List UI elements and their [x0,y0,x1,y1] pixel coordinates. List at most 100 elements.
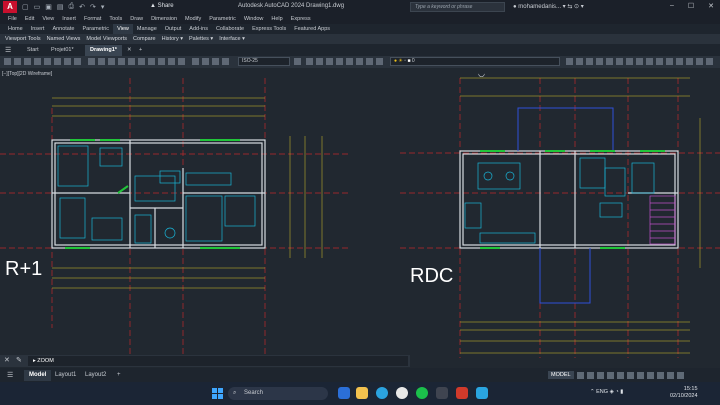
tab-express-tools[interactable]: Express Tools [248,24,290,34]
doc-tab-projet01[interactable]: Projet01* [46,45,79,56]
tab-collaborate[interactable]: Collaborate [212,24,248,34]
otrack-icon[interactable] [626,371,634,379]
tab-view[interactable]: View [113,24,133,34]
widgets-icon[interactable] [338,387,350,399]
open-icon[interactable]: ▭ [34,3,41,11]
tool-icon[interactable] [192,58,199,65]
tool-icon[interactable] [586,58,593,65]
workspace-icon[interactable] [646,371,654,379]
grid-icon[interactable] [576,371,584,379]
chrome-icon[interactable] [396,387,408,399]
isolate-icon[interactable] [656,371,664,379]
tool-icon[interactable] [336,58,343,65]
close-icon[interactable]: ✕ [4,356,10,364]
tool-icon[interactable] [128,58,135,65]
panel-history[interactable]: History ▾ [159,34,186,44]
tool-icon[interactable] [566,58,573,65]
tool-icon[interactable] [24,58,31,65]
tool-icon[interactable] [306,58,313,65]
tool-icon[interactable] [14,58,21,65]
windows-start-icon[interactable] [212,388,223,399]
tool-icon[interactable] [316,58,323,65]
dimstyle-select[interactable]: ISO-25 [238,57,290,66]
tool-icon[interactable] [178,58,185,65]
panel-named-views[interactable]: Named Views [44,34,84,44]
tool-icon[interactable] [88,58,95,65]
add-layout-icon[interactable]: + [112,370,126,381]
annotation-scale-icon[interactable] [636,371,644,379]
tool-icon[interactable] [168,58,175,65]
save-icon[interactable]: ▣ [45,3,52,11]
dropdown-icon[interactable]: ▾ [101,3,105,11]
tool-icon[interactable] [376,58,383,65]
system-tray[interactable]: ⌃ ENG ◈ ◔ ▮ [590,389,623,395]
tool-icon[interactable] [118,58,125,65]
layout-tab-layout2[interactable]: Layout2 [80,370,111,381]
customize-icon[interactable] [676,371,684,379]
model-space-toggle[interactable]: MODEL [548,371,574,379]
new-icon[interactable]: ▢ [22,3,29,11]
menu-window[interactable]: Window [240,14,268,24]
file-explorer-icon[interactable] [356,387,368,399]
maximize-icon[interactable]: ☐ [688,2,694,10]
tab-add-ins[interactable]: Add-ins [185,24,212,34]
snap-icon[interactable] [586,371,594,379]
tool-icon[interactable] [44,58,51,65]
user-menu[interactable]: ● mohamedanis... ▾ ⇆ ⊙ ▾ [513,3,584,10]
minimize-icon[interactable]: – [670,2,674,10]
layer-select[interactable]: ● ☀ ▫ ■ 0 [390,57,560,66]
search-input[interactable]: Type a keyword or phrase [410,2,505,12]
taskbar-search[interactable]: ⌕ Search [228,387,328,400]
tool-icon[interactable] [202,58,209,65]
tab-manage[interactable]: Manage [133,24,161,34]
tool-icon[interactable] [98,58,105,65]
menu-edit[interactable]: Edit [21,14,38,24]
tool-icon[interactable] [646,58,653,65]
menu-draw[interactable]: Draw [126,14,147,24]
layout-tab-layout1[interactable]: Layout1 [50,370,81,381]
close-icon[interactable]: ✕ [708,2,714,10]
plot-icon[interactable]: ⎙ [69,3,75,11]
command-input[interactable]: ▸ ZOOM [28,356,408,366]
undo-icon[interactable]: ↶ [79,3,85,11]
whatsapp-icon[interactable] [416,387,428,399]
hamburger-icon[interactable]: ☰ [7,371,13,379]
tool-icon[interactable] [366,58,373,65]
tool-icon[interactable] [626,58,633,65]
tool-icon[interactable] [222,58,229,65]
edge-icon[interactable] [376,387,388,399]
tool-icon[interactable] [696,58,703,65]
menu-parametric[interactable]: Parametric [205,14,240,24]
ortho-icon[interactable] [596,371,604,379]
menu-view[interactable]: View [38,14,58,24]
tab-output[interactable]: Output [161,24,186,34]
layout-tab-model[interactable]: Model [24,370,52,381]
autocad-taskbar-icon[interactable] [456,387,468,399]
menu-express[interactable]: Express [287,14,315,24]
tool-icon[interactable] [148,58,155,65]
saveas-icon[interactable]: ▤ [57,3,64,11]
menu-modify[interactable]: Modify [181,14,205,24]
panel-model-viewports[interactable]: Model Viewports [83,34,130,44]
tool-icon[interactable] [138,58,145,65]
tab-home[interactable]: Home [4,24,27,34]
tool-icon[interactable] [34,58,41,65]
tool-icon[interactable] [326,58,333,65]
panel-palettes[interactable]: Palettes ▾ [186,34,216,44]
tab-annotate[interactable]: Annotate [48,24,78,34]
new-tab-icon[interactable]: + [134,45,147,56]
tool-icon[interactable] [686,58,693,65]
wrench-icon[interactable]: ✎ [16,356,22,364]
redo-icon[interactable]: ↷ [90,3,96,11]
tool-icon[interactable] [108,58,115,65]
tool-icon[interactable] [356,58,363,65]
tool-icon[interactable] [616,58,623,65]
doc-tab-drawing1[interactable]: Drawing1* [85,45,122,56]
tab-featured-apps[interactable]: Featured Apps [290,24,334,34]
osnap-icon[interactable] [616,371,624,379]
tab-parametric[interactable]: Parametric [78,24,113,34]
tool-icon[interactable] [4,58,11,65]
panel-interface[interactable]: Interface ▾ [216,34,248,44]
menu-file[interactable]: File [4,14,21,24]
share-button[interactable]: ▲ Share [150,3,174,9]
